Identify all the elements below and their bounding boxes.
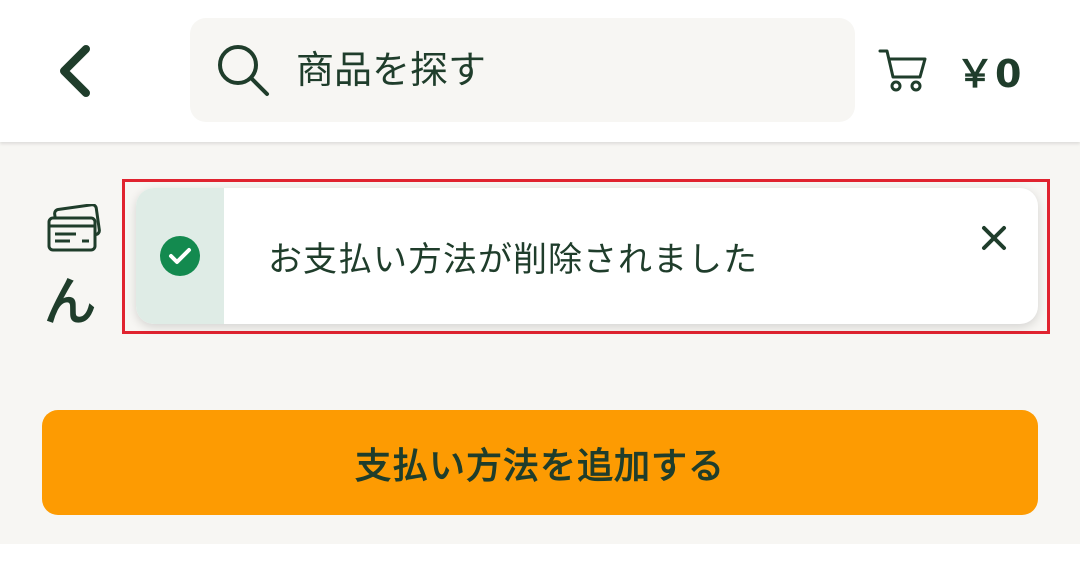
payment-methods-section: ん お支払い方法が削除されました 支払い方法を追加する [0,142,1080,544]
section-heading-partial: ん [44,273,97,333]
cart-amount: ￥0 [956,51,1023,96]
close-icon [982,226,1006,250]
success-toast: お支払い方法が削除されました [136,188,1038,324]
cart-icon [878,49,927,92]
add-payment-method-button[interactable]: 支払い方法を追加する [42,410,1038,515]
search-icon [214,40,274,100]
toast-message: お支払い方法が削除されました [268,239,758,280]
check-circle-icon [160,236,200,276]
toast-status-strip [136,188,224,324]
search-input[interactable] [294,47,818,93]
app-header: ￥0 [0,0,1080,142]
search-bar[interactable] [190,18,855,122]
chevron-left-icon [60,45,90,97]
credit-card-icon [47,204,101,252]
back-button[interactable] [44,36,104,106]
toast-close-button[interactable] [974,218,1014,258]
cart-button[interactable]: ￥0 [878,42,1022,98]
